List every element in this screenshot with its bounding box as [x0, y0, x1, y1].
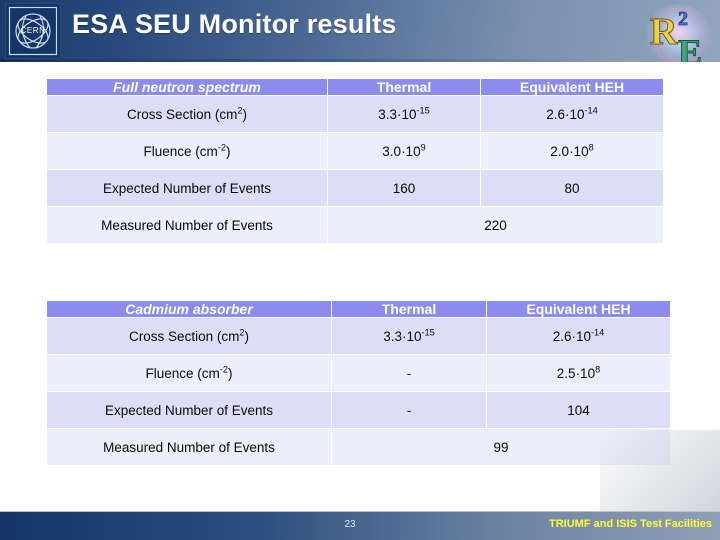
label-tail: ) — [225, 143, 231, 159]
svg-text:R: R — [650, 11, 678, 53]
page-title: ESA SEU Monitor results — [72, 9, 397, 39]
row-label-cross-section: Cross Section (cm2) — [47, 96, 327, 132]
results-table-cadmium-absorber: Cadmium absorber Thermal Equivalent HEH … — [46, 300, 671, 466]
value-exponent: 9 — [420, 142, 426, 152]
table-header-row: Full neutron spectrum Thermal Equivalent… — [47, 79, 663, 95]
cell-thermal-cross-section: 3.3·10-15 — [332, 318, 486, 354]
results-table-full-neutron-spectrum: Full neutron spectrum Thermal Equivalent… — [46, 78, 664, 244]
table1-col-thermal: Thermal — [328, 79, 480, 95]
cell-heh-expected-events: 104 — [487, 392, 670, 428]
table-row: Measured Number of Events 99 — [47, 429, 670, 465]
value-exponent: -14 — [591, 327, 605, 337]
value-exponent: 8 — [595, 364, 601, 374]
cell-heh-expected-events: 80 — [481, 170, 663, 206]
footer-facility-label: TRIUMF and ISIS Test Facilities — [549, 518, 712, 530]
value-mantissa: - — [406, 365, 412, 381]
cell-heh-fluence: 2.5·108 — [487, 355, 670, 391]
label-text: Cross Section (cm — [129, 328, 240, 344]
table-row: Expected Number of Events 160 80 — [47, 170, 663, 206]
table2-title-cell: Cadmium absorber — [47, 301, 331, 317]
cell-measured-events-span: 220 — [328, 207, 663, 243]
value-mantissa: 2.5·10 — [556, 365, 596, 381]
value-exponent: -15 — [421, 327, 435, 337]
table1-title-cell: Full neutron spectrum — [47, 79, 327, 95]
table-row: Cross Section (cm2) 3.3·10-15 2.6·10-14 — [47, 318, 670, 354]
slide-header: CERN ESA SEU Monitor results R 2 E — [0, 0, 720, 62]
label-sup: -2 — [219, 364, 228, 374]
label-text: Cross Section (cm — [127, 106, 238, 122]
cell-thermal-cross-section: 3.3·10-15 — [328, 96, 480, 132]
row-label-measured-events: Measured Number of Events — [47, 207, 327, 243]
svg-text:E: E — [678, 32, 702, 62]
svg-text:CERN: CERN — [20, 26, 45, 35]
cell-heh-fluence: 2.0·108 — [481, 133, 663, 169]
row-label-fluence: Fluence (cm-2) — [47, 355, 331, 391]
label-tail: ) — [244, 328, 249, 344]
cell-measured-events-span: 99 — [332, 429, 670, 465]
cell-heh-cross-section: 2.6·10-14 — [481, 96, 663, 132]
label-tail: ) — [227, 365, 233, 381]
label-tail: ) — [242, 106, 247, 122]
table-row: Measured Number of Events 220 — [47, 207, 663, 243]
table2-col-heh: Equivalent HEH — [487, 301, 670, 317]
row-label-fluence: Fluence (cm-2) — [47, 133, 327, 169]
value-exponent: -15 — [416, 105, 430, 115]
cell-thermal-fluence: - — [332, 355, 486, 391]
value-mantissa: 2.6·10 — [546, 106, 585, 122]
table2-col-thermal: Thermal — [332, 301, 486, 317]
table1-col-heh: Equivalent HEH — [481, 79, 663, 95]
svg-text:2: 2 — [678, 8, 688, 30]
table-row: Fluence (cm-2) - 2.5·108 — [47, 355, 670, 391]
cell-thermal-expected-events: - — [332, 392, 486, 428]
row-label-expected-events: Expected Number of Events — [47, 170, 327, 206]
label-sup: -2 — [217, 142, 226, 152]
row-label-cross-section: Cross Section (cm2) — [47, 318, 331, 354]
label-text: Fluence (cm — [143, 143, 218, 159]
cell-thermal-expected-events: 160 — [328, 170, 480, 206]
cern-logo: CERN — [5, 3, 61, 59]
row-label-measured-events: Measured Number of Events — [47, 429, 331, 465]
cell-thermal-fluence: 3.0·109 — [328, 133, 480, 169]
table-row: Cross Section (cm2) 3.3·10-15 2.6·10-14 — [47, 96, 663, 132]
value-exponent: -14 — [584, 105, 598, 115]
value-mantissa: 3.0·10 — [382, 143, 421, 159]
value-mantissa: 3.3·10 — [378, 106, 417, 122]
row-label-expected-events: Expected Number of Events — [47, 392, 331, 428]
value-exponent: 8 — [588, 142, 594, 152]
value-mantissa: 2.6·10 — [552, 328, 591, 344]
r2e-logo: R 2 E — [640, 0, 718, 62]
table-header-row: Cadmium absorber Thermal Equivalent HEH — [47, 301, 670, 317]
table-row: Fluence (cm-2) 3.0·109 2.0·108 — [47, 133, 663, 169]
header-underline — [0, 59, 640, 62]
value-mantissa: 2.0·10 — [550, 143, 589, 159]
value-mantissa: 3.3·10 — [383, 328, 422, 344]
page-number: 23 — [344, 519, 356, 530]
cell-heh-cross-section: 2.6·10-14 — [487, 318, 670, 354]
label-text: Fluence (cm — [145, 365, 220, 381]
table-row: Expected Number of Events - 104 — [47, 392, 670, 428]
